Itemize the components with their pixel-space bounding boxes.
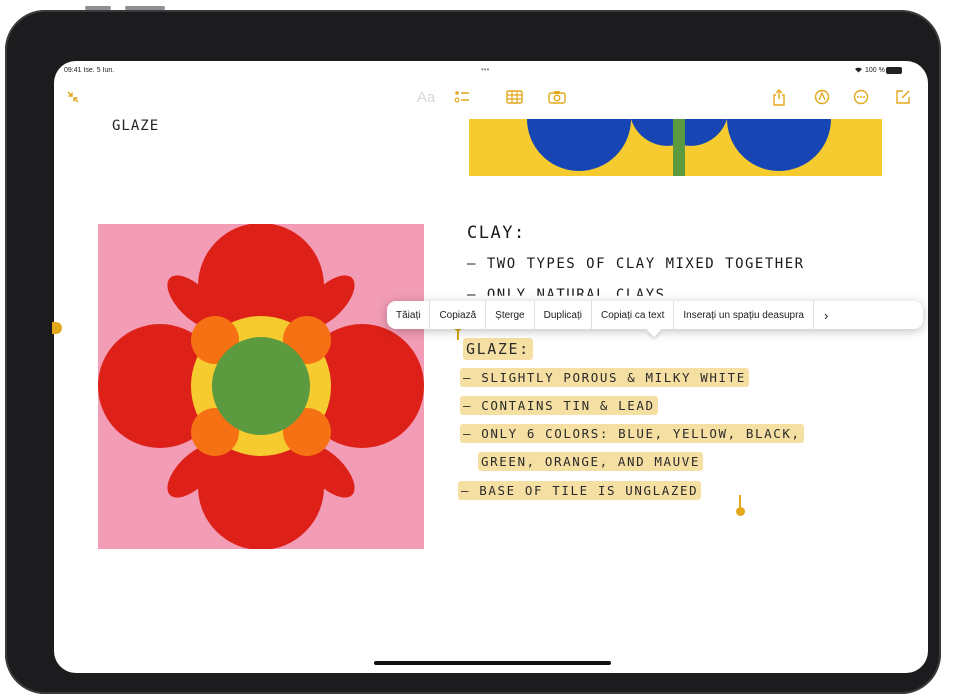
glaze-line-4-text: GREEN, ORANGE, AND MAUVE xyxy=(478,452,704,471)
format-text-button[interactable]: Aa xyxy=(414,83,438,111)
clay-heading[interactable]: CLAY: xyxy=(467,223,526,243)
glaze-line-1-text: — SLIGHTLY POROUS & MILKY WHITE xyxy=(460,368,749,387)
more-icon[interactable] xyxy=(850,83,872,111)
toolbar: Aa xyxy=(54,83,928,113)
status-bar: 09:41 Ise. 5 Iun. ••• 100 % xyxy=(54,61,928,81)
glaze-line-5[interactable]: — BASE OF TILE IS UNGLAZED xyxy=(458,481,702,500)
ipad-frame: 09:41 Ise. 5 Iun. ••• 100 % Aa GLAZE CLA… xyxy=(5,6,941,694)
note-title[interactable]: GLAZE xyxy=(112,118,159,134)
format-label: Aa xyxy=(416,88,436,106)
glaze-line-1[interactable]: — SLIGHTLY POROUS & MILKY WHITE xyxy=(460,368,749,387)
menu-duplicate[interactable]: Duplicați xyxy=(535,301,592,329)
compose-icon[interactable] xyxy=(892,83,914,111)
table-icon[interactable] xyxy=(503,83,525,111)
glaze-line-2-text: — CONTAINS TIN & LEAD xyxy=(460,396,658,415)
wifi-icon xyxy=(854,66,863,75)
glaze-line-4[interactable]: GREEN, ORANGE, AND MAUVE xyxy=(478,452,704,471)
status-time-date: 09:41 Ise. 5 Iun. xyxy=(64,67,115,74)
glaze-line-5-text: — BASE OF TILE IS UNGLAZED xyxy=(458,481,702,500)
battery-percent: 100 % xyxy=(865,67,885,74)
menu-more-chevron-icon[interactable]: › xyxy=(814,301,838,329)
glaze-heading[interactable]: GLAZE: xyxy=(463,338,533,360)
menu-copy-as-text[interactable]: Copiați ca text xyxy=(592,301,675,329)
home-indicator[interactable] xyxy=(374,661,611,665)
battery-icon xyxy=(886,67,902,74)
clay-line-1[interactable]: — TWO TYPES OF CLAY MIXED TOGETHER xyxy=(467,256,805,272)
glaze-line-2[interactable]: — CONTAINS TIN & LEAD xyxy=(460,396,658,415)
glaze-line-3-text: — ONLY 6 COLORS: BLUE, YELLOW, BLACK, xyxy=(460,424,804,443)
screen: 09:41 Ise. 5 Iun. ••• 100 % Aa GLAZE CLA… xyxy=(54,61,928,673)
menu-delete[interactable]: Șterge xyxy=(486,301,535,329)
glaze-line-3[interactable]: — ONLY 6 COLORS: BLUE, YELLOW, BLACK, xyxy=(460,424,804,443)
menu-cut[interactable]: Tăiați xyxy=(387,301,431,329)
multitasking-dots[interactable]: ••• xyxy=(481,65,489,74)
glaze-heading-text: GLAZE: xyxy=(463,338,533,360)
tile-image-blue[interactable] xyxy=(469,119,882,176)
menu-insert-space-above[interactable]: Inserați un spațiu deasupra xyxy=(674,301,814,329)
collapse-icon[interactable] xyxy=(62,83,84,111)
top-button xyxy=(85,6,111,10)
selection-end-dot[interactable] xyxy=(736,507,745,516)
checklist-icon[interactable] xyxy=(451,83,473,111)
top-button xyxy=(125,6,165,10)
camera-icon[interactable] xyxy=(546,83,568,111)
share-icon[interactable] xyxy=(768,83,790,111)
menu-copy[interactable]: Copiază xyxy=(430,301,487,329)
markup-icon[interactable] xyxy=(811,83,833,111)
tile-image-flower[interactable] xyxy=(98,224,424,549)
